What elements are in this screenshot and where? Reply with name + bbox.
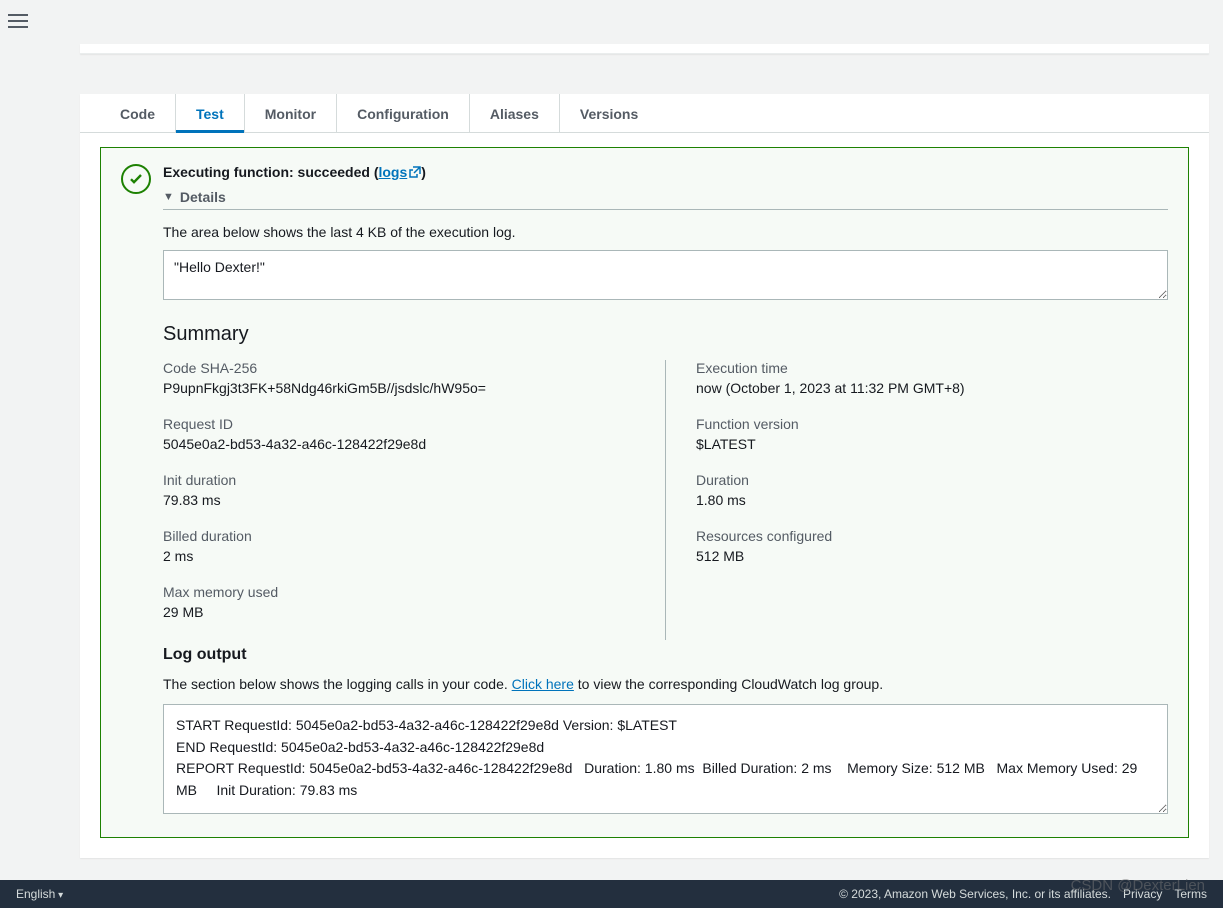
page-scroll[interactable]: Code Test Monitor Configuration Aliases … xyxy=(42,0,1223,880)
log-output-title: Log output xyxy=(163,646,1168,664)
execution-title: Executing function: succeeded (logs) xyxy=(163,164,1168,181)
kv-max-memory: Max memory used 29 MB xyxy=(163,584,635,620)
tab-configuration[interactable]: Configuration xyxy=(337,94,470,132)
kv-init-duration: Init duration 79.83 ms xyxy=(163,472,635,508)
tab-versions[interactable]: Versions xyxy=(560,94,658,132)
success-badge-icon xyxy=(121,164,151,194)
terms-link[interactable]: Terms xyxy=(1174,887,1207,901)
tab-test[interactable]: Test xyxy=(176,94,245,132)
kv-execution-time: Execution time now (October 1, 2023 at 1… xyxy=(696,360,1168,396)
triangle-down-icon: ▼ xyxy=(163,191,174,203)
log-output-desc: The section below shows the logging call… xyxy=(163,676,1168,692)
tabs: Code Test Monitor Configuration Aliases … xyxy=(80,94,1209,133)
kv-code-sha: Code SHA-256 P9upnFkgj3t3FK+58Ndg46rkiGm… xyxy=(163,360,635,396)
logs-link[interactable]: logs xyxy=(378,164,421,180)
language-selector[interactable]: English xyxy=(16,887,63,901)
tab-code[interactable]: Code xyxy=(100,94,176,132)
copyright: © 2023, Amazon Web Services, Inc. or its… xyxy=(839,887,1111,901)
hamburger-icon[interactable] xyxy=(8,10,28,30)
tab-monitor[interactable]: Monitor xyxy=(245,94,337,132)
tab-aliases[interactable]: Aliases xyxy=(470,94,560,132)
main-card: Code Test Monitor Configuration Aliases … xyxy=(80,94,1209,858)
kv-function-version: Function version $LATEST xyxy=(696,416,1168,452)
footer: English © 2023, Amazon Web Services, Inc… xyxy=(0,880,1223,908)
kv-billed-duration: Billed duration 2 ms xyxy=(163,528,635,564)
kv-duration: Duration 1.80 ms xyxy=(696,472,1168,508)
privacy-link[interactable]: Privacy xyxy=(1123,887,1162,901)
log-output-box[interactable] xyxy=(163,704,1168,814)
summary-title: Summary xyxy=(163,323,1168,346)
kb-note: The area below shows the last 4 KB of th… xyxy=(163,224,1168,240)
summary-grid: Code SHA-256 P9upnFkgj3t3FK+58Ndg46rkiGm… xyxy=(163,360,1168,640)
card-edge xyxy=(80,44,1209,54)
kv-request-id: Request ID 5045e0a2-bd53-4a32-a46c-12842… xyxy=(163,416,635,452)
click-here-link[interactable]: Click here xyxy=(512,676,574,692)
kv-resources-configured: Resources configured 512 MB xyxy=(696,528,1168,564)
details-toggle[interactable]: ▼ Details xyxy=(163,189,1168,210)
external-link-icon xyxy=(409,165,421,181)
execution-output[interactable] xyxy=(163,250,1168,300)
execution-result: Executing function: succeeded (logs) ▼ D… xyxy=(100,147,1189,838)
details-label: Details xyxy=(180,189,226,205)
